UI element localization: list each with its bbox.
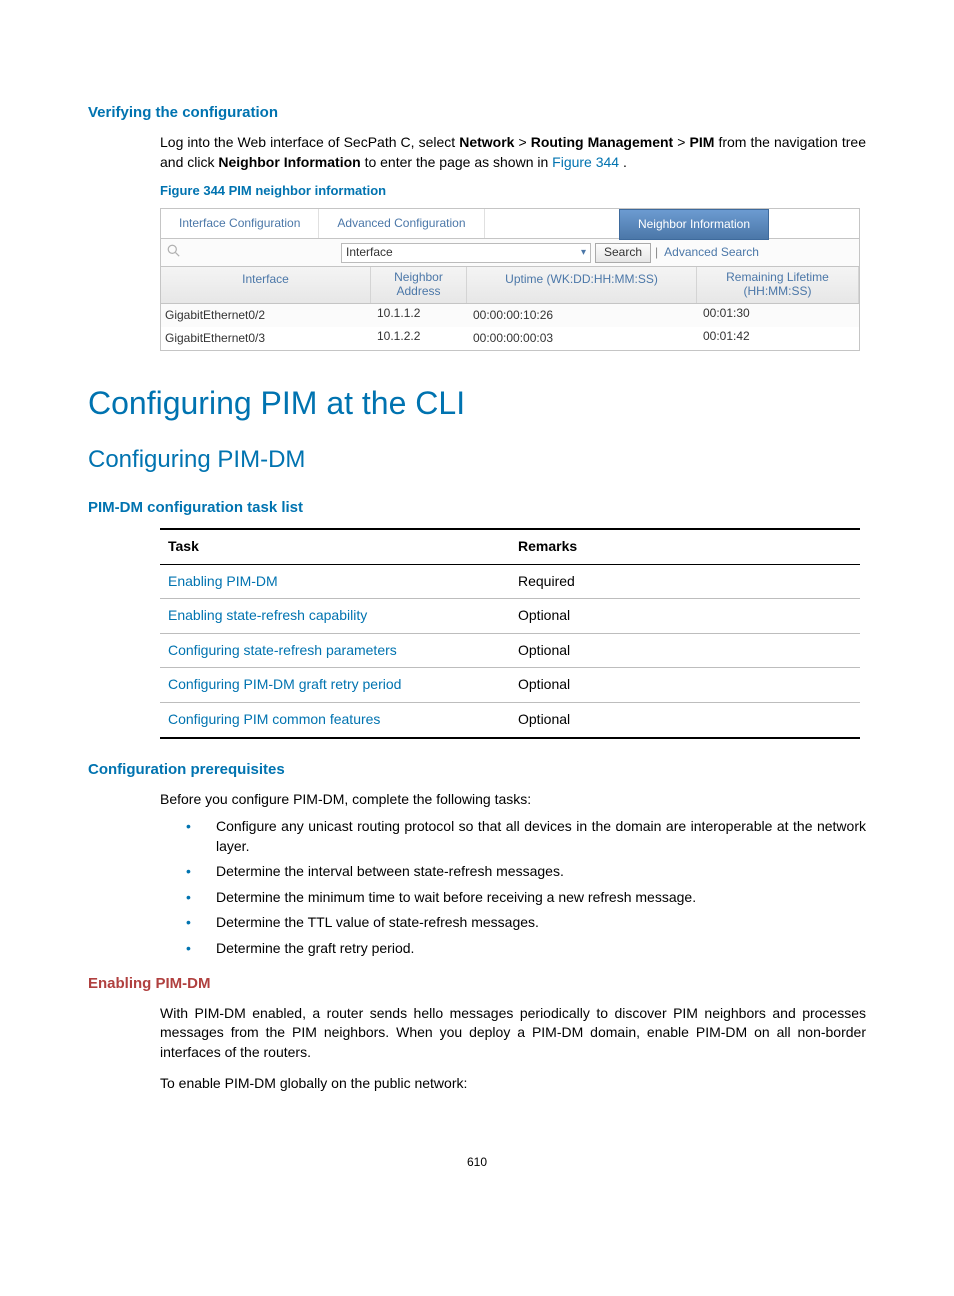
task-remarks: Optional [510,702,860,737]
table-row: Enabling PIM-DM Required [160,564,860,599]
screenshot-panel: Interface Configuration Advanced Configu… [160,208,860,350]
list-item: Determine the interval between state-ref… [180,862,866,882]
cell-uptime: 00:00:00:10:26 [467,304,697,327]
heading-task-list: PIM-DM configuration task list [88,497,866,518]
grid-header: Interface Neighbor Address Uptime (WK:DD… [161,267,859,304]
task-link[interactable]: Configuring state-refresh parameters [168,642,397,658]
breadcrumb-routing: Routing Management [531,134,674,150]
task-remarks: Optional [510,633,860,668]
col-header-uptime[interactable]: Uptime (WK:DD:HH:MM:SS) [467,267,697,303]
th-task: Task [160,529,510,564]
enable-paragraph-1: With PIM-DM enabled, a router sends hell… [160,1004,866,1063]
heading-enabling-pim-dm: Enabling PIM-DM [88,973,866,994]
breadcrumb-network: Network [459,134,514,150]
list-item: Determine the graft retry period. [180,939,866,959]
heading-configuring-pim-cli: Configuring PIM at the CLI [88,381,866,426]
task-remarks: Optional [510,599,860,634]
figure-ref-link[interactable]: Figure 344 [552,154,619,170]
cell-remaining: 00:01:42 [697,327,859,350]
task-remarks: Optional [510,668,860,703]
table-row: Configuring PIM-DM graft retry period Op… [160,668,860,703]
task-table: Task Remarks Enabling PIM-DM Required En… [160,528,860,739]
text: . [623,154,627,170]
sep: > [518,134,530,150]
table-row: Configuring PIM common features Optional [160,702,860,737]
link-neighbor-info: Neighbor Information [218,154,360,170]
task-link[interactable]: Configuring PIM-DM graft retry period [168,676,401,692]
cell-uptime: 00:00:00:00:03 [467,327,697,350]
heading-configuring-pim-dm: Configuring PIM-DM [88,443,866,477]
cell-neighbor: 10.1.2.2 [371,327,467,350]
task-remarks: Required [510,564,860,599]
search-bar: Interface ▾ Search | Advanced Search [161,239,859,267]
figure-caption: Figure 344 PIM neighbor information [160,182,866,200]
task-link[interactable]: Enabling state-refresh capability [168,607,367,623]
chevron-down-icon: ▾ [581,246,586,260]
prereq-intro: Before you configure PIM-DM, complete th… [160,790,866,810]
cell-neighbor: 10.1.1.2 [371,304,467,327]
cell-interface: GigabitEthernet0/2 [161,304,371,327]
cell-remaining: 00:01:30 [697,304,859,327]
pipe: | [655,244,658,261]
text: to enter the page as shown in [365,154,553,170]
tab-neighbor-info[interactable]: Neighbor Information [619,209,769,240]
task-link[interactable]: Configuring PIM common features [168,711,380,727]
search-icon [161,244,185,262]
tab-advanced-config[interactable]: Advanced Configuration [319,209,484,238]
th-remarks: Remarks [510,529,860,564]
heading-prerequisites: Configuration prerequisites [88,759,866,780]
col-header-neighbor[interactable]: Neighbor Address [371,267,467,303]
col-header-remaining[interactable]: Remaining Lifetime (HH:MM:SS) [697,267,859,303]
tab-interface-config[interactable]: Interface Configuration [161,209,319,238]
list-item: Determine the TTL value of state-refresh… [180,913,866,933]
search-button[interactable]: Search [595,243,651,263]
page-number: 610 [88,1154,866,1171]
search-field-select[interactable]: Interface ▾ [341,243,591,263]
prereq-list: Configure any unicast routing protocol s… [180,817,866,959]
list-item: Determine the minimum time to wait befor… [180,888,866,908]
cell-interface: GigabitEthernet0/3 [161,327,371,350]
sep: > [677,134,689,150]
advanced-search-link[interactable]: Advanced Search [664,244,759,261]
table-row: GigabitEthernet0/3 10.1.2.2 00:00:00:00:… [161,327,859,350]
table-row: Configuring state-refresh parameters Opt… [160,633,860,668]
table-row: GigabitEthernet0/2 10.1.1.2 00:00:00:10:… [161,304,859,327]
breadcrumb-pim: PIM [690,134,715,150]
table-row: Enabling state-refresh capability Option… [160,599,860,634]
list-item: Configure any unicast routing protocol s… [180,817,866,856]
heading-verifying: Verifying the configuration [88,102,866,123]
col-header-interface[interactable]: Interface [161,267,371,303]
enable-paragraph-2: To enable PIM-DM globally on the public … [160,1074,866,1094]
task-link[interactable]: Enabling PIM-DM [168,573,278,589]
select-value: Interface [346,244,393,261]
text: Log into the Web interface of SecPath C,… [160,134,459,150]
verify-paragraph: Log into the Web interface of SecPath C,… [160,133,866,172]
tab-bar: Interface Configuration Advanced Configu… [161,209,859,239]
